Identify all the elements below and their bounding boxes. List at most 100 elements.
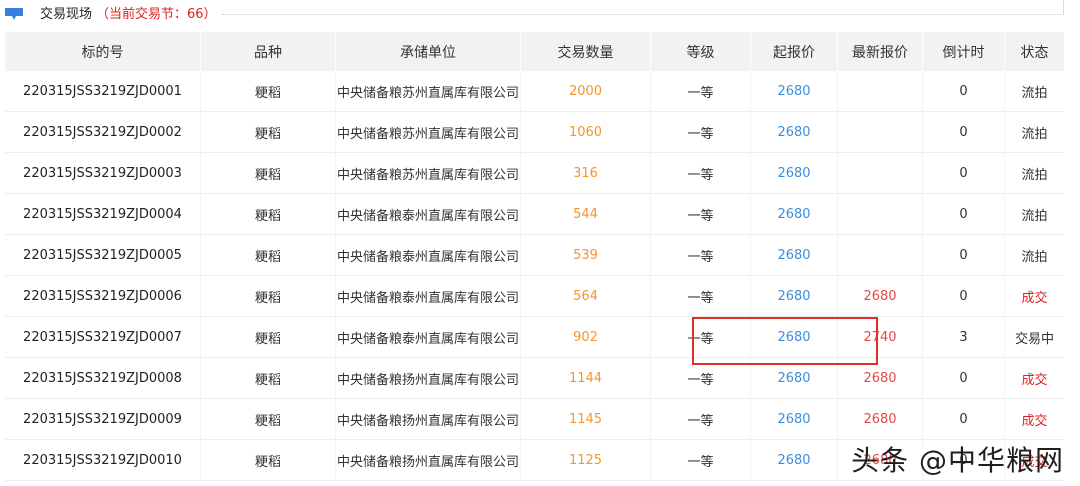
cell-grade: 一等 [651, 440, 751, 481]
cell-storage-unit: 中央储备粮泰州直属库有限公司 [336, 317, 521, 358]
table-row[interactable]: 220315JSS3219ZJD0006 粳稻 中央储备粮泰州直属库有限公司 564 一… [5, 276, 1064, 317]
cell-variety: 粳稻 [201, 194, 336, 235]
table-row[interactable]: 220315JSS3219ZJD0002 粳稻 中央储备粮苏州直属库有限公司 1060… [5, 112, 1064, 153]
cell-variety: 粳稻 [201, 71, 336, 112]
cell-start-price: 2680 [751, 317, 838, 358]
cell-status: 成交 [1005, 276, 1064, 317]
cell-latest-price [838, 71, 923, 112]
cell-variety: 粳稻 [201, 358, 336, 399]
cell-countdown: 0 [923, 153, 1005, 194]
cell-variety: 粳稻 [201, 317, 336, 358]
cell-variety: 粳稻 [201, 153, 336, 194]
cell-grade: 一等 [651, 112, 751, 153]
cell-storage-unit: 中央储备粮泰州直属库有限公司 [336, 276, 521, 317]
cell-start-price: 2680 [751, 358, 838, 399]
column-header-status[interactable]: 状态 [1005, 32, 1064, 71]
column-header-grade[interactable]: 等级 [651, 32, 751, 71]
cell-lot-id[interactable]: 220315JSS3219ZJD0002 [5, 112, 201, 153]
table-row[interactable]: 220315JSS3219ZJD0001 粳稻 中央储备粮苏州直属库有限公司 2000… [5, 71, 1064, 112]
table-header-row: 标的号 品种 承储单位 交易数量 等级 起报价 最新报价 倒计时 状态 [5, 32, 1064, 71]
cell-lot-id[interactable]: 220315JSS3219ZJD0010 [5, 440, 201, 481]
cell-quantity: 1144 [521, 358, 651, 399]
table-row[interactable]: 220315JSS3219ZJD0008 粳稻 中央储备粮扬州直属库有限公司 1144… [5, 358, 1064, 399]
cell-grade: 一等 [651, 235, 751, 276]
cell-quantity: 1060 [521, 112, 651, 153]
table-row[interactable]: 220315JSS3219ZJD0004 粳稻 中央储备粮泰州直属库有限公司 544 一… [5, 194, 1064, 235]
cell-start-price: 2680 [751, 71, 838, 112]
cell-lot-id[interactable]: 220315JSS3219ZJD0007 [5, 317, 201, 358]
table-row[interactable]: 220315JSS3219ZJD0009 粳稻 中央储备粮扬州直属库有限公司 1145… [5, 399, 1064, 440]
cell-lot-id[interactable]: 220315JSS3219ZJD0001 [5, 71, 201, 112]
column-header-countdown[interactable]: 倒计时 [923, 32, 1005, 71]
cell-countdown: 0 [923, 194, 1005, 235]
cell-latest-price [838, 194, 923, 235]
section-header: 交易现场 （当前交易节：66） [0, 0, 1080, 30]
cell-status: 流拍 [1005, 235, 1064, 276]
column-header-latest-price[interactable]: 最新报价 [838, 32, 923, 71]
cell-status: 流拍 [1005, 153, 1064, 194]
column-header-variety[interactable]: 品种 [201, 32, 336, 71]
cell-grade: 一等 [651, 153, 751, 194]
cell-start-price: 2680 [751, 194, 838, 235]
cell-lot-id[interactable]: 220315JSS3219ZJD0005 [5, 235, 201, 276]
cell-countdown: 3 [923, 317, 1005, 358]
chat-bubble-icon [5, 8, 23, 20]
cell-quantity: 2000 [521, 71, 651, 112]
cell-storage-unit: 中央储备粮苏州直属库有限公司 [336, 153, 521, 194]
cell-storage-unit: 中央储备粮泰州直属库有限公司 [336, 194, 521, 235]
cell-latest-price [838, 235, 923, 276]
cell-start-price: 2680 [751, 235, 838, 276]
cell-storage-unit: 中央储备粮扬州直属库有限公司 [336, 440, 521, 481]
table-row[interactable]: 220315JSS3219ZJD0003 粳稻 中央储备粮苏州直属库有限公司 316 一… [5, 153, 1064, 194]
cell-storage-unit: 中央储备粮扬州直属库有限公司 [336, 358, 521, 399]
cell-status: 流拍 [1005, 71, 1064, 112]
cell-start-price: 2680 [751, 399, 838, 440]
cell-storage-unit: 中央储备粮苏州直属库有限公司 [336, 71, 521, 112]
cell-start-price: 2680 [751, 112, 838, 153]
table-row[interactable]: 220315JSS3219ZJD0005 粳稻 中央储备粮泰州直属库有限公司 539 一… [5, 235, 1064, 276]
column-header-quantity[interactable]: 交易数量 [521, 32, 651, 71]
section-title: 交易现场 （当前交易节：66） [40, 6, 217, 24]
header-divider [222, 14, 1064, 15]
cell-grade: 一等 [651, 194, 751, 235]
cell-storage-unit: 中央储备粮泰州直属库有限公司 [336, 235, 521, 276]
cell-lot-id[interactable]: 220315JSS3219ZJD0003 [5, 153, 201, 194]
cell-status: 流拍 [1005, 112, 1064, 153]
cell-latest-price [838, 112, 923, 153]
cell-countdown: 0 [923, 358, 1005, 399]
cell-countdown: 0 [923, 235, 1005, 276]
cell-status: 成交 [1005, 358, 1064, 399]
cell-countdown: 0 [923, 276, 1005, 317]
cell-quantity: 544 [521, 194, 651, 235]
cell-grade: 一等 [651, 317, 751, 358]
cell-lot-id[interactable]: 220315JSS3219ZJD0008 [5, 358, 201, 399]
cell-variety: 粳稻 [201, 276, 336, 317]
cell-quantity: 1145 [521, 399, 651, 440]
cell-quantity: 316 [521, 153, 651, 194]
cell-lot-id[interactable]: 220315JSS3219ZJD0004 [5, 194, 201, 235]
cell-latest-price: 2680 [838, 276, 923, 317]
cell-quantity: 902 [521, 317, 651, 358]
cell-status: 交易中 [1005, 317, 1064, 358]
cell-lot-id[interactable]: 220315JSS3219ZJD0009 [5, 399, 201, 440]
cell-quantity: 539 [521, 235, 651, 276]
header-corner-line [1063, 0, 1064, 15]
cell-latest-price: 2740 [838, 317, 923, 358]
cell-grade: 一等 [651, 358, 751, 399]
cell-latest-price: 2680 [838, 399, 923, 440]
column-header-storage-unit[interactable]: 承储单位 [336, 32, 521, 71]
watermark-text: 头条 @中华粮网 [851, 444, 1064, 477]
cell-start-price: 2680 [751, 276, 838, 317]
cell-variety: 粳稻 [201, 399, 336, 440]
cell-variety: 粳稻 [201, 440, 336, 481]
column-header-start-price[interactable]: 起报价 [751, 32, 838, 71]
column-header-lot-id[interactable]: 标的号 [5, 32, 201, 71]
current-session-text: （当前交易节：66） [96, 7, 217, 22]
section-title-label: 交易现场 [40, 7, 93, 22]
trading-table: 标的号 品种 承储单位 交易数量 等级 起报价 最新报价 倒计时 状态 2203… [5, 32, 1064, 481]
cell-start-price: 2680 [751, 440, 838, 481]
table-row[interactable]: 220315JSS3219ZJD0007 粳稻 中央储备粮泰州直属库有限公司 902 一… [5, 317, 1064, 358]
cell-lot-id[interactable]: 220315JSS3219ZJD0006 [5, 276, 201, 317]
cell-quantity: 1125 [521, 440, 651, 481]
cell-grade: 一等 [651, 399, 751, 440]
